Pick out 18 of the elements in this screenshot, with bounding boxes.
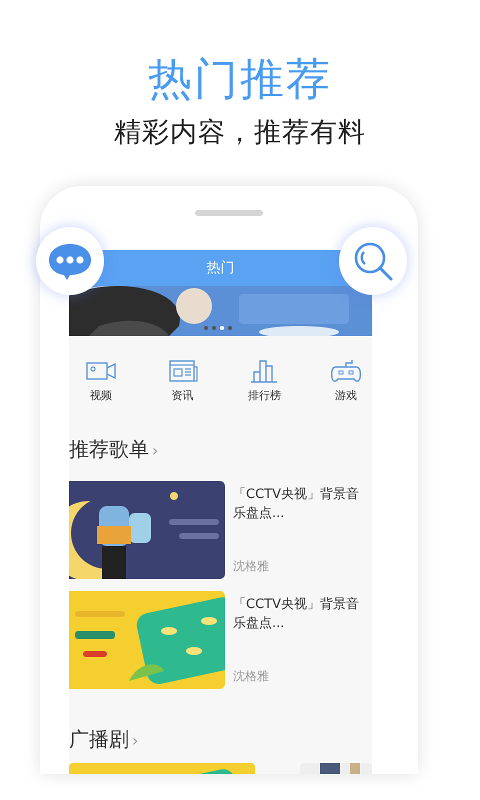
category-label[interactable]: 视频 xyxy=(90,388,112,404)
playlist-title[interactable]: 「CCTV央视」背景音乐盘点... xyxy=(233,484,365,522)
section-title[interactable]: 推荐歌单 xyxy=(69,436,149,460)
carousel-dot[interactable] xyxy=(228,326,232,330)
section-title[interactable]: 广播剧 xyxy=(69,726,129,750)
carousel-dot[interactable] xyxy=(212,326,216,330)
author-name: 沈格雅 xyxy=(233,668,270,684)
category-label[interactable]: 游戏 xyxy=(334,388,357,404)
carousel-dot[interactable] xyxy=(204,326,208,330)
speaker-grille xyxy=(195,210,263,216)
category-label[interactable]: 资讯 xyxy=(172,388,194,404)
carousel-dot[interactable] xyxy=(220,326,224,330)
gamepad-icon[interactable] xyxy=(328,358,363,384)
subtitle: 精彩内容，推荐有料 xyxy=(113,116,367,150)
headline: 热门推荐 xyxy=(147,54,333,106)
author-name: 沈格雅 xyxy=(233,558,270,574)
category-label[interactable]: 排行榜 xyxy=(248,388,281,404)
playlist-title[interactable]: 「CCTV央视」背景音乐盘点... xyxy=(233,594,365,632)
